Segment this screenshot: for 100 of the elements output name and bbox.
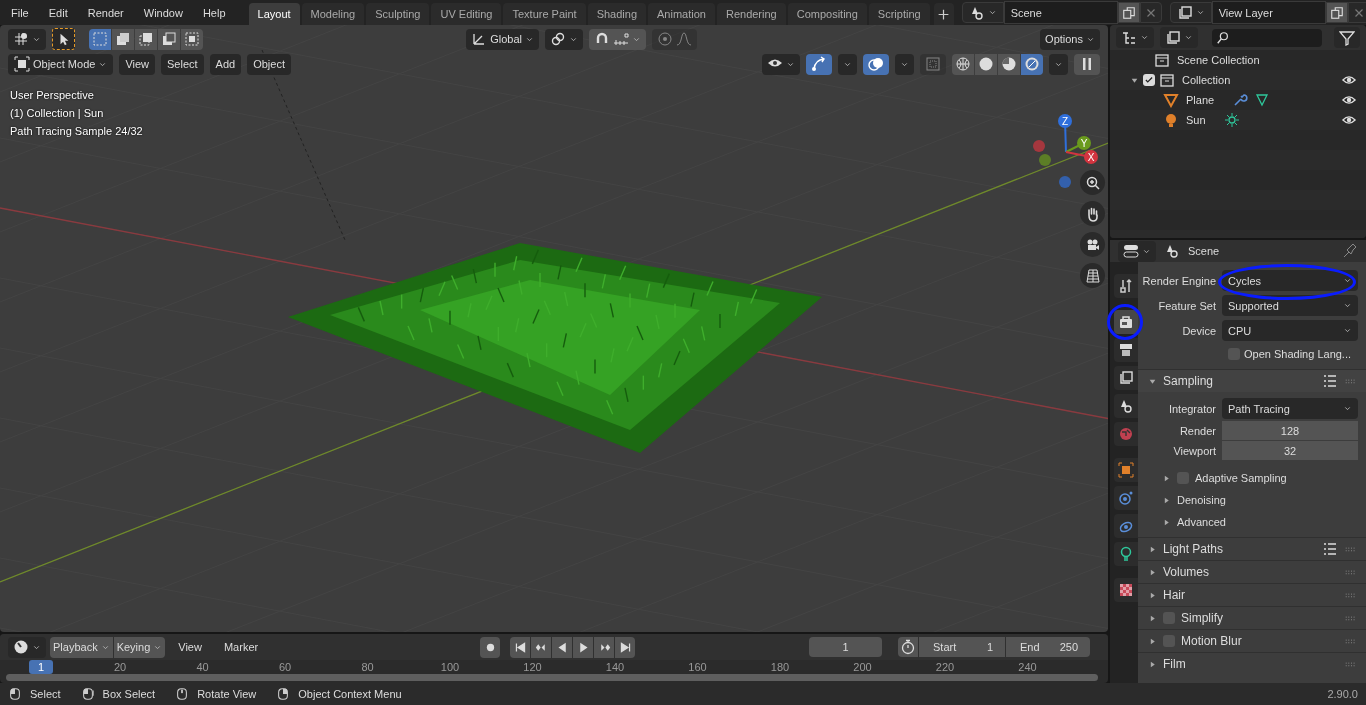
panel-toggle[interactable] xyxy=(1148,636,1157,646)
shading-mode-button[interactable] xyxy=(998,53,1020,75)
menu-item[interactable]: Help xyxy=(193,2,235,23)
selection-mode-button[interactable] xyxy=(112,28,134,50)
subpanel-title[interactable]: Adaptive Sampling xyxy=(1195,472,1287,484)
menu-item[interactable]: Render xyxy=(78,2,133,23)
record-button[interactable] xyxy=(480,636,500,658)
panel-title[interactable]: Volumes xyxy=(1163,565,1210,579)
number-field[interactable]: 32 xyxy=(1222,441,1358,460)
end-frame-field[interactable]: End 250 xyxy=(1006,637,1090,657)
zoom-button[interactable] xyxy=(1080,170,1105,195)
checkbox[interactable] xyxy=(1143,74,1155,86)
editor-type-button[interactable] xyxy=(8,636,46,658)
workspace-tab[interactable]: Compositing xyxy=(787,3,867,25)
menu-dropdown[interactable]: Playback xyxy=(50,636,113,658)
mode-dropdown[interactable]: Object Mode xyxy=(8,53,114,75)
gizmo-toggle[interactable] xyxy=(806,53,832,75)
outliner-item[interactable]: Collection xyxy=(1182,74,1231,86)
scrollbar[interactable] xyxy=(6,674,1098,681)
menu-item[interactable]: Window xyxy=(134,2,192,23)
panel-title[interactable]: Sampling xyxy=(1163,374,1214,388)
preview-range-toggle[interactable] xyxy=(898,637,918,657)
properties-tab[interactable] xyxy=(1114,310,1138,334)
presets-icon[interactable] xyxy=(1322,373,1338,389)
shading-mode-button[interactable] xyxy=(1021,53,1043,75)
play-button[interactable] xyxy=(573,636,593,658)
properties-tab[interactable] xyxy=(1114,338,1138,362)
properties-tab[interactable] xyxy=(1114,542,1138,566)
overlays-toggle[interactable] xyxy=(863,53,889,75)
dropdown[interactable]: Path Tracing xyxy=(1222,398,1358,419)
workspace-tab[interactable]: Modeling xyxy=(301,3,365,25)
add-workspace-button[interactable] xyxy=(933,3,954,25)
shading-mode-button[interactable] xyxy=(975,53,997,75)
workspace-tab[interactable]: Shading xyxy=(587,3,647,25)
current-frame-marker[interactable]: 1 xyxy=(29,660,53,674)
menu-item[interactable]: Add xyxy=(209,53,242,75)
selection-mode-button[interactable] xyxy=(135,28,157,50)
camera-view-button[interactable] xyxy=(1080,232,1105,257)
number-field[interactable]: 128 xyxy=(1222,421,1358,440)
workspace-tab[interactable]: UV Editing xyxy=(431,3,502,25)
display-mode-dropdown[interactable] xyxy=(1160,27,1198,48)
scene-name-field[interactable]: Scene xyxy=(1003,1,1118,24)
dropdown[interactable]: Supported xyxy=(1222,295,1358,316)
selection-mode-button[interactable] xyxy=(158,28,180,50)
panel-title[interactable]: Light Paths xyxy=(1163,542,1224,556)
jump-end-button[interactable] xyxy=(615,636,635,658)
visibility-toggle[interactable] xyxy=(1342,73,1356,87)
visibility-toggle[interactable] xyxy=(1342,113,1356,127)
axis-handle[interactable]: X xyxy=(1084,150,1098,164)
selection-mode-button[interactable] xyxy=(181,28,203,50)
menu-item[interactable]: View xyxy=(169,636,211,658)
properties-tab[interactable] xyxy=(1114,578,1138,602)
outliner-item[interactable]: Plane xyxy=(1186,94,1215,106)
view-layer-selector[interactable] xyxy=(1169,2,1212,23)
visibility-toggle[interactable] xyxy=(1342,93,1356,107)
menu-item[interactable]: Object xyxy=(247,53,291,75)
pause-render-button[interactable] xyxy=(1074,53,1100,75)
pan-button[interactable] xyxy=(1080,201,1105,226)
panel-toggle[interactable] xyxy=(1148,590,1157,600)
menu-item[interactable]: Edit xyxy=(39,2,77,23)
panel-title[interactable]: Hair xyxy=(1163,588,1185,602)
menu-item[interactable]: View xyxy=(119,53,156,75)
scene-selector[interactable] xyxy=(961,2,1004,23)
properties-tab[interactable] xyxy=(1114,366,1138,390)
dropdown[interactable]: Cycles xyxy=(1222,270,1358,291)
presets-icon[interactable] xyxy=(1322,541,1338,557)
subpanel-title[interactable]: Advanced xyxy=(1177,516,1226,528)
editor-type-button[interactable] xyxy=(1118,240,1156,262)
axis-handle[interactable]: Z xyxy=(1058,114,1072,128)
dropdown[interactable]: CPU xyxy=(1222,320,1358,341)
proportional-editing-toggle[interactable] xyxy=(651,28,697,50)
panel-toggle[interactable] xyxy=(1148,567,1157,577)
editor-type-button[interactable] xyxy=(1116,27,1154,48)
panel-title[interactable]: Motion Blur xyxy=(1181,634,1242,648)
xray-toggle[interactable] xyxy=(920,53,946,75)
snap-toggle[interactable] xyxy=(588,28,646,50)
negative-axis-handle[interactable] xyxy=(1039,154,1051,166)
perspective-toggle[interactable] xyxy=(1080,263,1105,288)
visibility-dropdown[interactable] xyxy=(762,53,800,75)
properties-tab[interactable] xyxy=(1114,458,1138,482)
properties-tab[interactable] xyxy=(1114,486,1138,510)
jump-start-button[interactable] xyxy=(510,636,530,658)
menu-item[interactable]: Select xyxy=(161,53,204,75)
outliner-item[interactable]: Sun xyxy=(1186,114,1206,126)
subpanel-toggle[interactable] xyxy=(1162,495,1171,505)
select-tool-button[interactable] xyxy=(52,28,75,50)
panel-toggle[interactable] xyxy=(1148,544,1157,554)
menu-dropdown[interactable]: Keying xyxy=(113,636,166,658)
shading-mode-button[interactable] xyxy=(952,53,974,75)
subpanel-toggle[interactable] xyxy=(1162,473,1171,483)
panel-toggle[interactable] xyxy=(1148,613,1157,623)
orientation-dropdown[interactable]: Global xyxy=(466,28,539,50)
start-frame-field[interactable]: Start 1 xyxy=(919,637,1005,657)
workspace-tab[interactable]: Rendering xyxy=(716,3,786,25)
workspace-tab[interactable]: Texture Paint xyxy=(503,3,586,25)
properties-tab[interactable] xyxy=(1114,394,1138,418)
workspace-tab[interactable]: Sculpting xyxy=(366,3,430,25)
subpanel-title[interactable]: Denoising xyxy=(1177,494,1226,506)
subpanel-toggle[interactable] xyxy=(1162,517,1171,527)
options-dropdown[interactable]: Options xyxy=(1040,28,1100,50)
